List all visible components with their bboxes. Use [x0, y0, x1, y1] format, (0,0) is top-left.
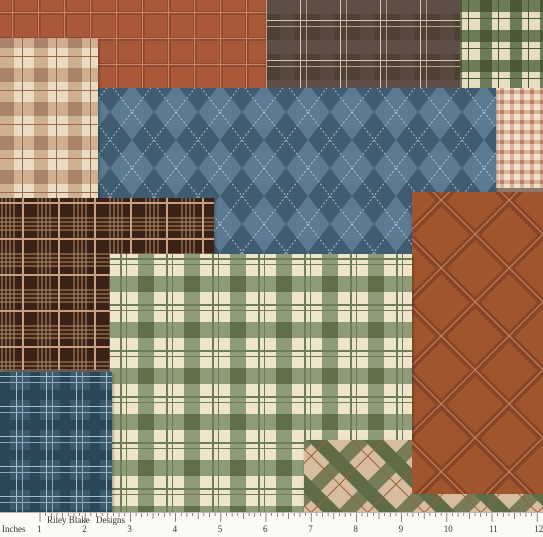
ruler-number: 6: [263, 524, 268, 534]
ruler-number: 10: [443, 524, 453, 534]
ruler-number: 1: [37, 524, 42, 534]
green-corner-patch: [460, 0, 543, 92]
ruler-number: 2: [82, 524, 87, 534]
teal-tartan-patch: [0, 372, 112, 512]
rust-diagonal-overlap: [412, 440, 543, 494]
ruler-unit-label: Inches: [2, 524, 26, 534]
ruler-number: 12: [534, 524, 543, 534]
ruler-number: 9: [398, 524, 404, 534]
ruler-number: 7: [308, 524, 313, 534]
ruler-number: 11: [489, 524, 498, 534]
ruler-number: 3: [127, 524, 132, 534]
fabric-swatch: Inches Riley Blake Designs 1 2 3 4 5 6 7 8 9 10 11…: [0, 0, 543, 537]
measuring-ruler: Inches Riley Blake Designs 1 2 3 4 5 6 7 8 9 10 11…: [0, 512, 543, 537]
ruler-number: 4: [172, 524, 178, 534]
ruler-number: 5: [217, 524, 223, 534]
ruler-number: 8: [353, 524, 358, 534]
ruler-brand-right: Designs: [96, 515, 125, 525]
brown-tartan-patch: [266, 0, 462, 90]
plaid-patchwork: [0, 0, 543, 512]
tan-gingham-patch: [494, 88, 543, 188]
